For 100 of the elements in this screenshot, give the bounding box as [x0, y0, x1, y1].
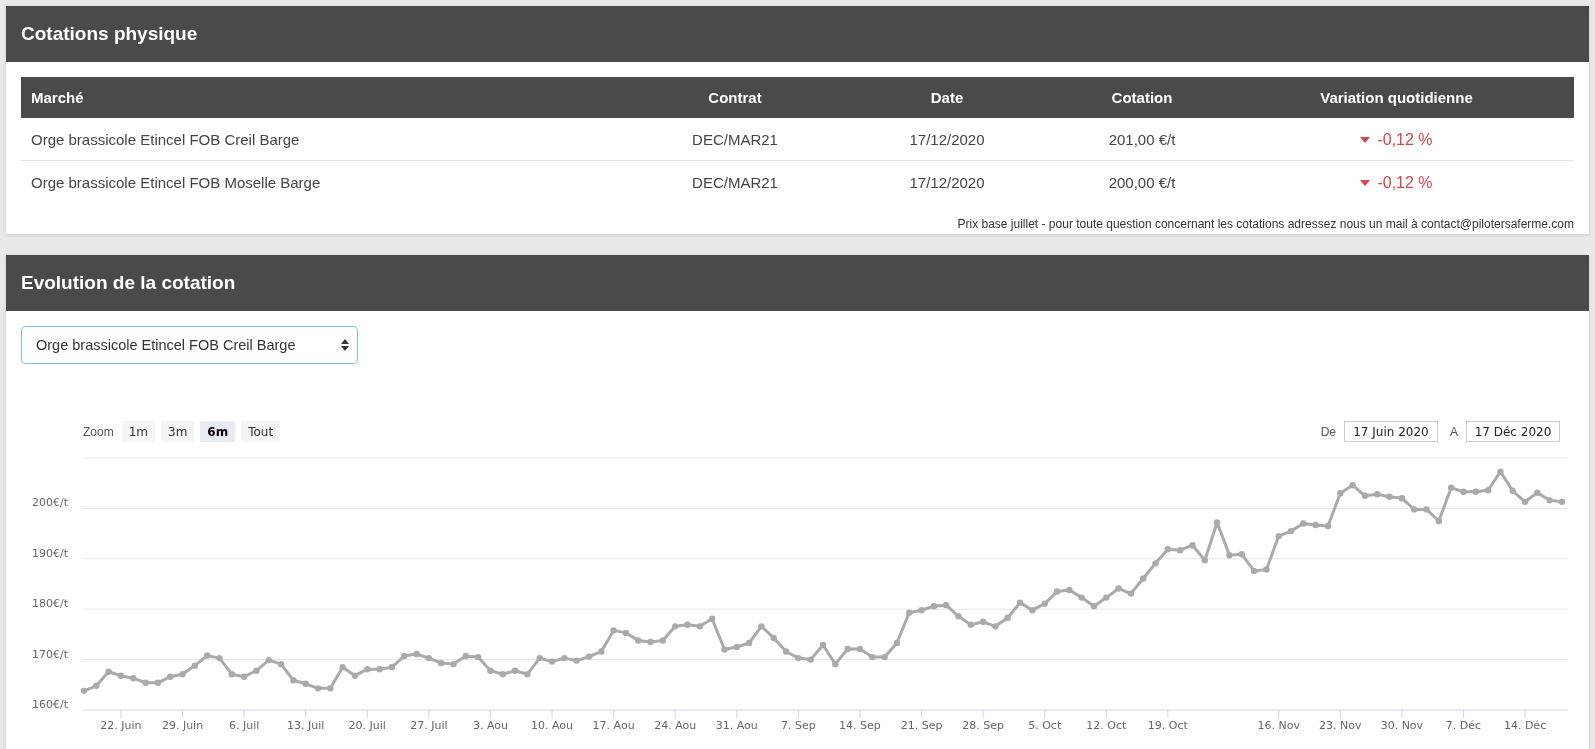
data-point [240, 673, 248, 680]
y-axis-label: 200€/t [32, 496, 68, 510]
date-from-label: De [1320, 424, 1336, 439]
data-point [191, 662, 199, 669]
x-axis-label: 19. Oct [1147, 719, 1188, 732]
data-point [1497, 468, 1504, 475]
data-point [277, 660, 285, 668]
data-point [1177, 547, 1184, 554]
data-point [1484, 487, 1492, 494]
data-point [511, 667, 519, 674]
data-point [844, 645, 851, 653]
zoom-button[interactable]: 3m [161, 421, 195, 442]
data-point [536, 654, 543, 662]
data-point [1152, 560, 1159, 567]
data-point [253, 667, 260, 674]
data-point [388, 663, 396, 671]
data-point [1460, 488, 1467, 495]
data-point [745, 639, 753, 647]
data-point [856, 645, 864, 653]
zoom-button[interactable]: 6m [200, 421, 236, 442]
data-point [327, 685, 334, 692]
data-point [1127, 590, 1135, 597]
zoom-button[interactable]: Tout [241, 421, 281, 442]
data-point [1226, 552, 1233, 559]
data-point [1250, 567, 1258, 575]
x-axis-label: 12. Oct [1086, 719, 1127, 732]
panel-title: Cotations physique [6, 6, 1589, 62]
data-point [438, 659, 445, 667]
data-point [364, 666, 371, 673]
data-point [733, 643, 740, 651]
x-axis-label: 14. Déc [1503, 719, 1547, 732]
data-point [1140, 575, 1147, 582]
data-point [1041, 600, 1048, 607]
data-point [130, 675, 137, 682]
x-axis-label: 30. Nov [1380, 719, 1424, 732]
data-point [203, 652, 211, 659]
table-cell: DEC/MAR21 [692, 173, 778, 191]
data-point [832, 660, 839, 668]
data-point [758, 623, 765, 630]
column-header: Date [930, 89, 964, 106]
data-point [1361, 492, 1369, 499]
data-point [1386, 493, 1393, 500]
data-point [413, 650, 420, 658]
date-from-field[interactable]: 17 Juin 2020 [1344, 421, 1438, 442]
data-point [1558, 498, 1566, 506]
data-point [635, 637, 642, 644]
data-point [105, 668, 112, 675]
data-point [216, 654, 223, 662]
data-point [696, 623, 704, 630]
footnote: Prix base juillet - pour toute question concernant les cotations adressez nous un mail à contact@pilotersaferme.com [956, 217, 1574, 231]
y-axis-label: 180€/t [32, 597, 68, 611]
table-cell: Orge brassicole Etincel FOB Creil Barge [31, 130, 300, 148]
x-axis-label: 24. Aou [654, 719, 697, 732]
column-header: Marché [31, 89, 84, 106]
x-axis-label: 31. Aou [715, 719, 758, 732]
date-to-field[interactable]: 17 Déc 2020 [1466, 421, 1560, 442]
zoom-button[interactable]: 1m [121, 421, 155, 442]
x-axis-label: 17. Aou [592, 719, 635, 732]
data-point [1016, 599, 1024, 606]
data-point [672, 623, 679, 630]
data-point [1300, 520, 1307, 527]
data-point [659, 637, 667, 644]
column-header: Contrat [708, 89, 762, 106]
x-axis-label: 16. Nov [1257, 719, 1300, 732]
x-axis-label: 27. Juil [410, 719, 448, 732]
data-point [585, 653, 593, 660]
data-point [228, 671, 235, 678]
zoom-label: Zoom [83, 424, 114, 439]
data-point [499, 671, 506, 678]
data-point [684, 621, 691, 628]
data-point [721, 646, 728, 653]
data-point [967, 621, 974, 628]
data-point [1189, 542, 1196, 549]
data-point [1374, 491, 1381, 498]
data-point [1312, 521, 1319, 529]
data-point [93, 682, 100, 689]
data-point [80, 687, 88, 695]
column-header: Cotation [1111, 89, 1173, 106]
data-point [290, 677, 297, 684]
data-point [1164, 546, 1172, 553]
data-point [1349, 482, 1356, 489]
data-point [930, 603, 938, 610]
y-axis-label: 160€/t [32, 698, 68, 711]
market-select[interactable]: Orge brassicole Etincel FOB Creil Barge [21, 326, 358, 364]
data-point [1287, 527, 1295, 535]
data-point [376, 666, 383, 673]
data-point [425, 654, 433, 662]
x-axis-label: 29. Juin [161, 719, 204, 732]
data-point [1337, 490, 1344, 497]
data-point [1534, 489, 1541, 496]
data-point [893, 639, 901, 647]
data-point [1472, 488, 1479, 495]
data-point [561, 654, 568, 662]
x-axis-label: 23. Nov [1319, 719, 1362, 732]
data-point [573, 657, 580, 664]
x-axis-label: 21. Sep [900, 719, 943, 732]
data-point [1263, 566, 1270, 573]
data-point [1423, 506, 1430, 513]
data-point [770, 634, 777, 642]
data-point [167, 673, 174, 680]
